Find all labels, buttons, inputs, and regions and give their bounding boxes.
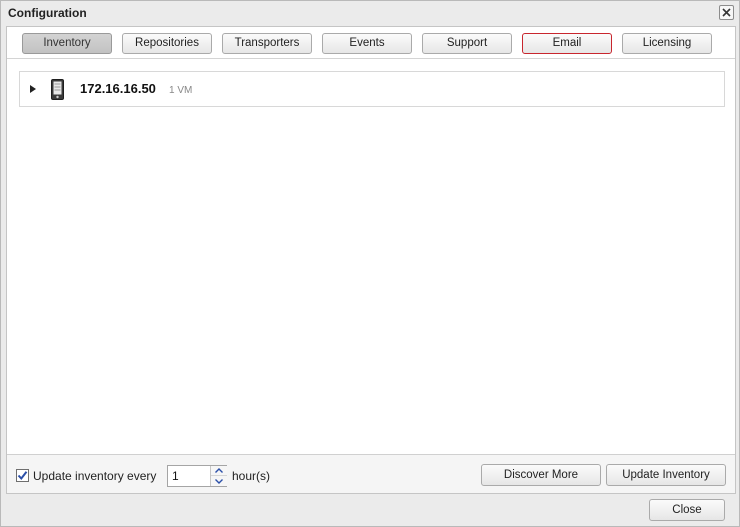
tab-email[interactable]: Email	[522, 33, 612, 54]
tab-events[interactable]: Events	[322, 33, 412, 54]
host-name[interactable]: 172.16.16.50	[80, 81, 156, 96]
tab-bar: Inventory Repositories Transporters Even…	[7, 27, 735, 59]
configuration-dialog: Configuration Inventory Repositories Tra…	[0, 0, 740, 527]
dialog-title: Configuration	[8, 6, 87, 20]
stepper-up-icon[interactable]	[211, 466, 227, 476]
stepper-down-icon[interactable]	[211, 476, 227, 486]
stepper-buttons	[210, 466, 227, 486]
interval-stepper	[167, 465, 227, 487]
update-inventory-label: Update inventory every	[33, 469, 157, 483]
tab-repositories[interactable]: Repositories	[122, 33, 212, 54]
tab-inventory[interactable]: Inventory	[22, 33, 112, 54]
update-inventory-button[interactable]: Update Inventory	[606, 464, 726, 486]
footer-bar: Update inventory every hour(s) Discover …	[7, 454, 735, 493]
tab-licensing[interactable]: Licensing	[622, 33, 712, 54]
discover-more-button[interactable]: Discover More	[481, 464, 601, 486]
close-button[interactable]: Close	[649, 499, 725, 521]
vm-count: 1 VM	[169, 85, 193, 96]
interval-input[interactable]	[168, 466, 210, 486]
content-panel: Inventory Repositories Transporters Even…	[6, 26, 736, 494]
check-icon	[17, 471, 28, 481]
title-bar: Configuration	[1, 1, 739, 25]
tab-transporters[interactable]: Transporters	[222, 33, 312, 54]
update-inventory-checkbox[interactable]	[16, 469, 29, 482]
tab-support[interactable]: Support	[422, 33, 512, 54]
close-icon[interactable]	[719, 5, 734, 20]
interval-unit-label: hour(s)	[232, 469, 271, 483]
expand-arrow-icon[interactable]	[30, 85, 36, 93]
server-icon	[51, 79, 64, 103]
inventory-tree: 172.16.16.50 1 VM	[19, 71, 725, 107]
